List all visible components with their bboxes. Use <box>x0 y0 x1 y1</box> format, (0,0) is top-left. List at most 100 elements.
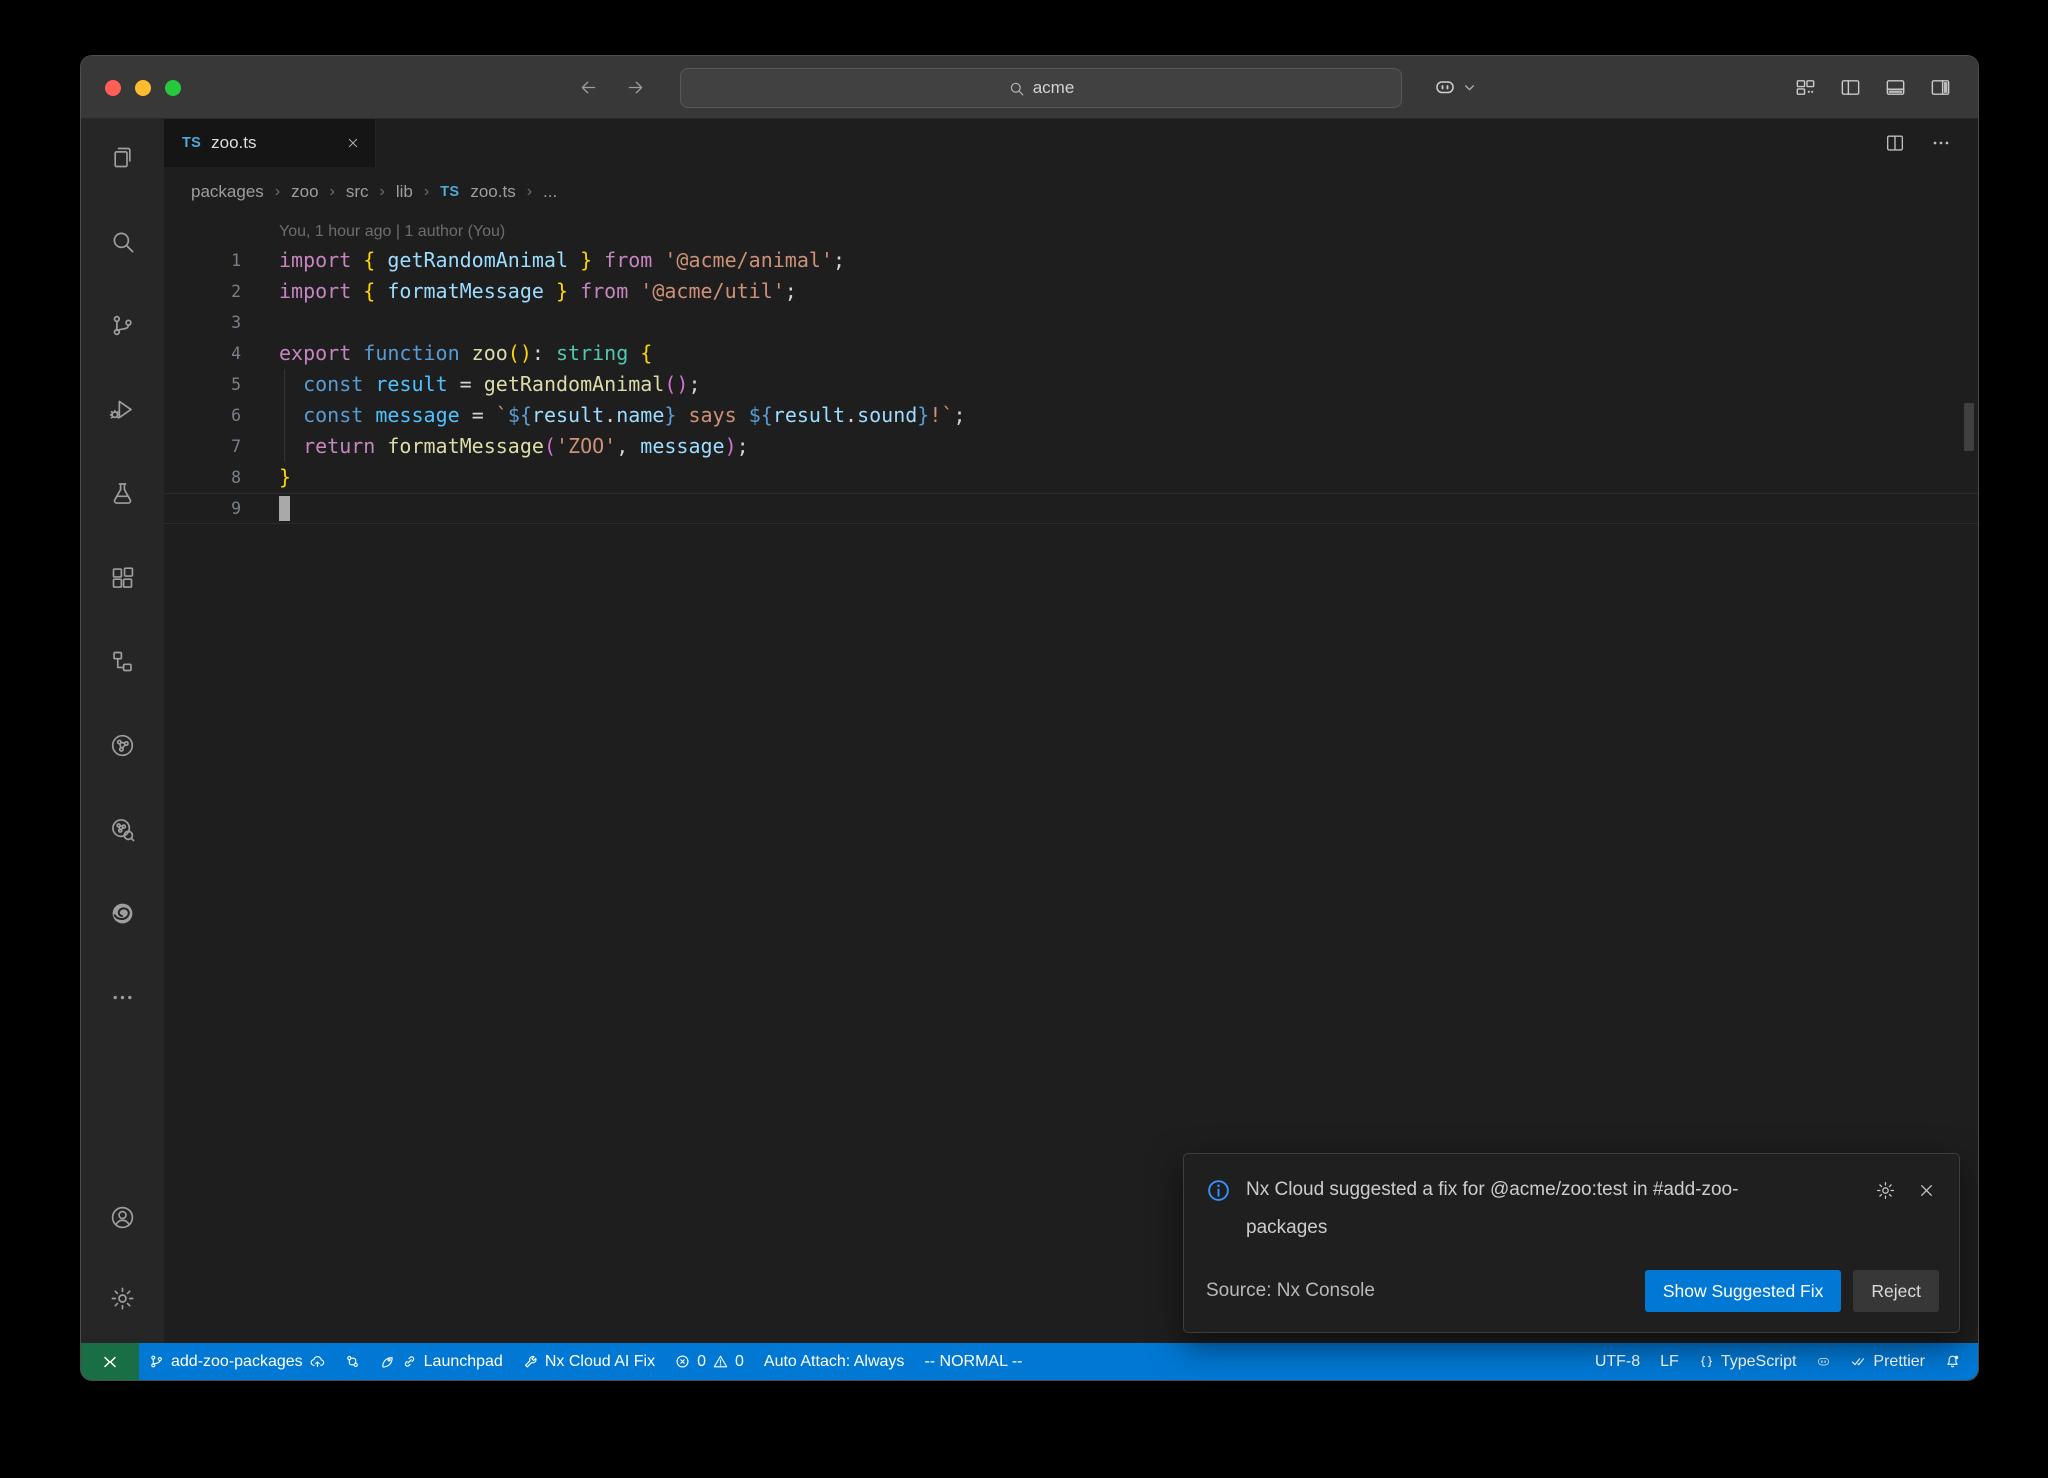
code-line-9[interactable]: 9 <box>164 493 1978 524</box>
breadcrumb-overflow[interactable]: ... <box>543 182 557 202</box>
reject-button[interactable]: Reject <box>1853 1270 1939 1312</box>
code-text: const result = getRandomAnimal(); <box>279 369 1978 400</box>
code-text <box>279 493 1978 524</box>
close-tab-icon[interactable] <box>345 135 361 151</box>
copilot-icon <box>1433 75 1457 99</box>
layout-panel-icon[interactable] <box>1884 76 1907 99</box>
tab-title: zoo.ts <box>211 133 256 153</box>
minimize-window-button[interactable] <box>135 80 151 96</box>
breadcrumb-separator: › <box>527 183 532 201</box>
status-encoding[interactable]: UTF-8 <box>1585 1343 1650 1380</box>
status-problems[interactable]: 00 <box>665 1343 754 1380</box>
activity-item-more-ellipsis[interactable] <box>99 973 147 1021</box>
more-ellipsis-icon[interactable] <box>1930 132 1952 154</box>
status-eol[interactable]: LF <box>1650 1343 1689 1380</box>
search-icon <box>109 228 136 255</box>
activity-item-account[interactable] <box>99 1193 147 1241</box>
layout-controls <box>1794 56 1952 118</box>
rocket-icon <box>380 1354 395 1369</box>
breadcrumb-segment[interactable]: lib <box>396 182 413 202</box>
code-text: const message = `${result.name} says ${r… <box>279 400 1978 431</box>
indent-guide <box>284 400 285 431</box>
status-label: 0 <box>697 1353 706 1371</box>
status-remote-indicator[interactable] <box>81 1343 139 1380</box>
vim-block-cursor <box>279 496 290 521</box>
code-text <box>279 307 1978 338</box>
activity-item-extensions[interactable] <box>99 553 147 601</box>
search-icon <box>1008 80 1025 97</box>
link-icon <box>402 1354 417 1369</box>
status-formatter-prettier[interactable]: Prettier <box>1841 1343 1935 1380</box>
activity-item-search[interactable] <box>99 217 147 265</box>
notification-footer: Source: Nx Console Show Suggested Fix Re… <box>1206 1270 1939 1312</box>
status-branch-status[interactable]: add-zoo-packages <box>139 1343 335 1380</box>
activity-item-org-chart[interactable] <box>99 637 147 685</box>
org-chart-icon <box>109 648 136 675</box>
breadcrumb: packages›zoo›src›lib›TSzoo.ts›... <box>164 167 1978 217</box>
split-editor-icon[interactable] <box>1884 132 1906 154</box>
activity-item-source-control[interactable] <box>99 301 147 349</box>
code-text: import { formatMessage } from '@acme/uti… <box>279 276 1978 307</box>
activity-item-beaker[interactable] <box>99 469 147 517</box>
breadcrumb-file[interactable]: zoo.ts <box>470 182 515 202</box>
show-suggested-fix-button[interactable]: Show Suggested Fix <box>1645 1270 1842 1312</box>
arrow-left-icon[interactable] <box>578 77 599 98</box>
code-line-1[interactable]: 1import { getRandomAnimal } from '@acme/… <box>164 245 1978 276</box>
activity-item-nx-graph[interactable] <box>99 721 147 769</box>
breadcrumb-segment[interactable]: packages <box>191 182 264 202</box>
status-label: TypeScript <box>1721 1353 1797 1371</box>
code-line-7[interactable]: 7 return formatMessage('ZOO', message); <box>164 431 1978 462</box>
breadcrumb-segment[interactable]: zoo <box>291 182 318 202</box>
breadcrumb-separator: › <box>380 183 385 201</box>
status-language-mode[interactable]: TypeScript <box>1689 1343 1807 1380</box>
copilot-menu[interactable] <box>1433 56 1476 118</box>
notification-settings-icon[interactable] <box>1875 1180 1896 1201</box>
breadcrumb-segment[interactable]: src <box>346 182 369 202</box>
zoom-window-button[interactable] <box>165 80 181 96</box>
status-launchpad[interactable]: Launchpad <box>370 1343 513 1380</box>
code-text: export function zoo(): string { <box>279 338 1978 369</box>
activity-item-run-debug[interactable] <box>99 385 147 433</box>
history-nav <box>578 56 646 118</box>
status-notifications-bell[interactable] <box>1935 1343 1970 1380</box>
close-window-button[interactable] <box>105 80 121 96</box>
notification-close-icon[interactable] <box>1916 1180 1937 1201</box>
status-label: Nx Cloud AI Fix <box>545 1353 655 1371</box>
double-check-icon <box>1851 1354 1866 1369</box>
code-line-3[interactable]: 3 <box>164 307 1978 338</box>
status-copilot-status[interactable] <box>1806 1343 1841 1380</box>
status-scm-graph[interactable] <box>335 1343 370 1380</box>
arrow-right-icon[interactable] <box>625 77 646 98</box>
activity-item-files[interactable] <box>99 133 147 181</box>
status-label: LF <box>1660 1353 1679 1371</box>
code-text: return formatMessage('ZOO', message); <box>279 431 1978 462</box>
breadcrumb-separator: › <box>330 183 335 201</box>
code-line-4[interactable]: 4export function zoo(): string { <box>164 338 1978 369</box>
nx-cloud-icon <box>109 816 136 843</box>
code-line-8[interactable]: 8} <box>164 462 1978 493</box>
code-line-2[interactable]: 2import { formatMessage } from '@acme/ut… <box>164 276 1978 307</box>
line-number: 9 <box>164 493 279 524</box>
chevron-down-icon <box>1463 81 1476 94</box>
code-line-6[interactable]: 6 const message = `${result.name} says $… <box>164 400 1978 431</box>
status-auto-attach[interactable]: Auto Attach: Always <box>754 1343 915 1380</box>
tab-zoo-ts[interactable]: TS zoo.ts <box>164 119 376 167</box>
editor-scrollbar-thumb[interactable] <box>1964 403 1974 451</box>
activity-item-browser-preview[interactable] <box>99 889 147 937</box>
status-nx-cloud-ai-fix[interactable]: Nx Cloud AI Fix <box>513 1343 665 1380</box>
more-ellipsis-icon <box>109 984 136 1011</box>
command-center-search[interactable]: acme <box>680 68 1402 108</box>
code-line-5[interactable]: 5 const result = getRandomAnimal(); <box>164 369 1978 400</box>
activity-item-nx-cloud[interactable] <box>99 805 147 853</box>
layout-sidebar-right-icon[interactable] <box>1929 76 1952 99</box>
notification-toast: Nx Cloud suggested a fix for @acme/zoo:t… <box>1183 1153 1960 1333</box>
status-vim-mode[interactable]: -- NORMAL -- <box>914 1343 1032 1380</box>
status-label: Prettier <box>1873 1353 1925 1371</box>
layout-customize-icon[interactable] <box>1794 76 1817 99</box>
bell-dot-icon <box>1945 1354 1960 1369</box>
layout-sidebar-left-icon[interactable] <box>1839 76 1862 99</box>
status-label: Launchpad <box>424 1353 503 1371</box>
activity-item-settings-gear[interactable] <box>99 1274 147 1322</box>
source-control-icon <box>109 312 136 339</box>
window-controls <box>105 80 181 96</box>
